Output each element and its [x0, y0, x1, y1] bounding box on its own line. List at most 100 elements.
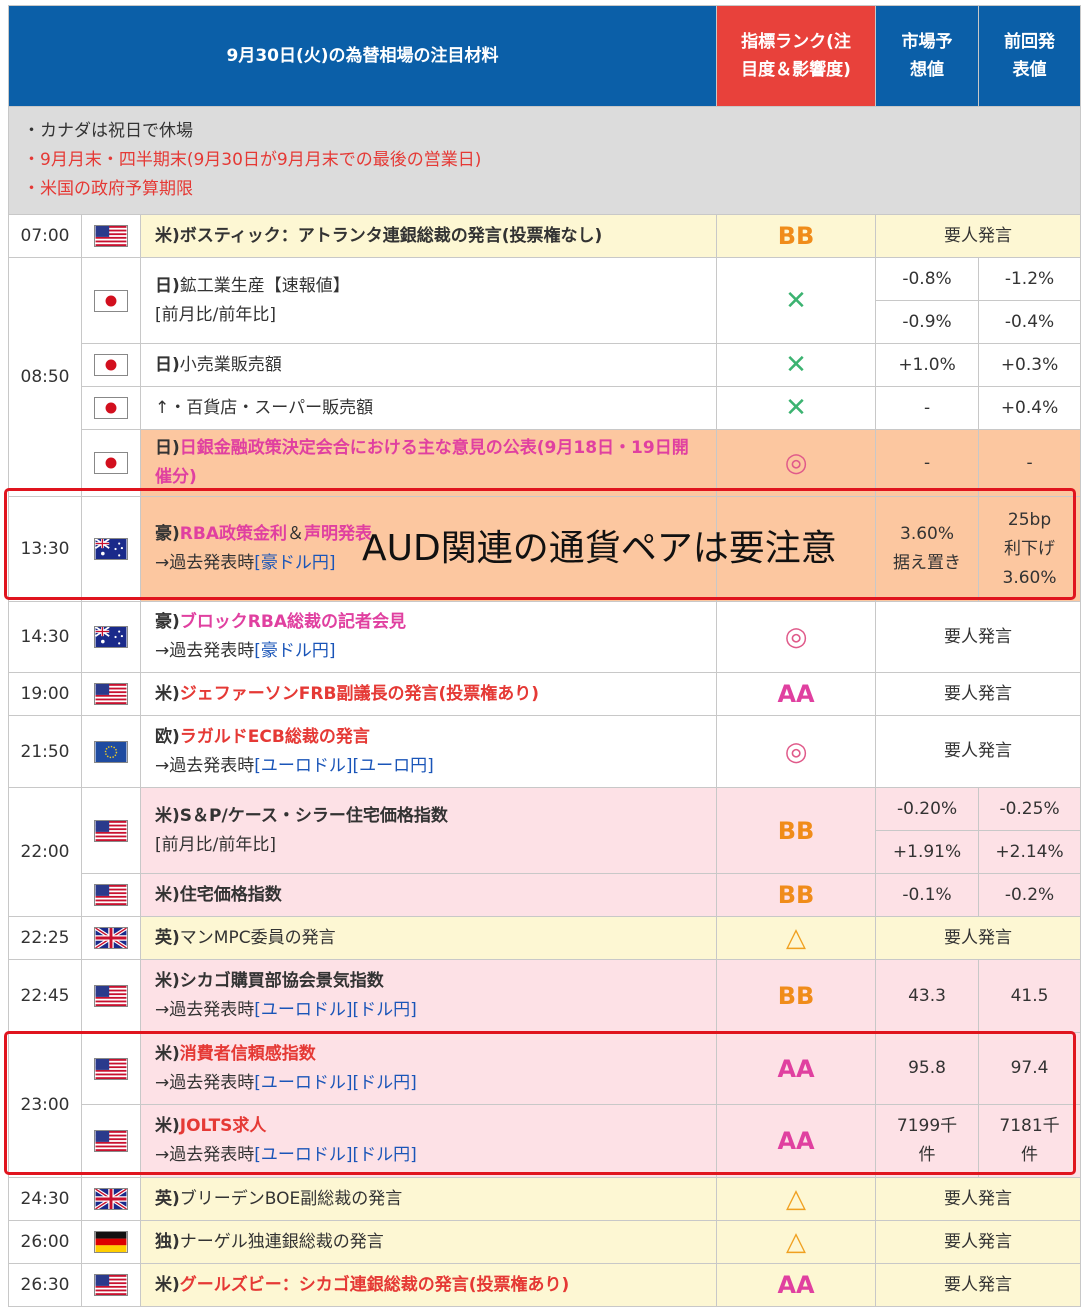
- aud-warning-annotation: AUD関連の通貨ペアは要注意: [362, 528, 837, 569]
- calendar-title: 9月30日(火)の為替相場の注目材料: [7, 5, 718, 107]
- double-circle-icon: ◎: [784, 448, 808, 478]
- event-title: 鉱工業生産【速報値】: [179, 275, 350, 296]
- eur-usd-link[interactable]: [ユーロドル]: [254, 1000, 352, 1020]
- event-time: 07:00: [8, 214, 82, 258]
- previous-line-1: 7181千: [999, 1116, 1060, 1136]
- rank-badge: ✕: [716, 343, 877, 387]
- event-name: 日)小売業販売額: [139, 343, 718, 387]
- germany-flag-icon: [81, 1220, 141, 1264]
- previous-value: -0.4%: [978, 300, 1082, 344]
- country-code: 米): [155, 884, 180, 905]
- previous-value: -1.2%: [978, 257, 1082, 301]
- event-row: 08:50 日)鉱工業生産【速報値】 [前月比/前年比] ✕ -0.8% -1.…: [8, 257, 1082, 497]
- event-row: 24:30 英)ブリーデンBOE副総裁の発言 △ 要人発言: [8, 1177, 1082, 1221]
- event-title: シカゴ購買部協会景気指数: [179, 971, 384, 991]
- cross-icon: ✕: [785, 285, 807, 316]
- forecast-value: 7199千 件: [875, 1104, 980, 1178]
- event-title: ボスティック：アトランタ連銀総裁の発言(投票権なし): [179, 225, 603, 246]
- event-time: 26:00: [8, 1220, 82, 1264]
- previous-value: 97.4: [978, 1032, 1082, 1105]
- cross-icon: ✕: [785, 350, 807, 380]
- rank-badge: BB: [716, 214, 877, 258]
- event-value: 要人発言: [875, 1220, 1082, 1264]
- event-time: 13:30: [8, 496, 82, 602]
- forecast-value: -0.9%: [875, 300, 980, 344]
- event-row: 米)住宅価格指数 BB -0.1% -0.2%: [9, 873, 1082, 917]
- aud-jpy-link[interactable]: [豪ドル円]: [254, 553, 335, 573]
- event-title: 日銀金融政策決定会合における主な意見の公表(9月18日・19日開催分): [155, 438, 689, 487]
- event-row: 22:45 米)シカゴ購買部協会景気指数 →過去発表時[ユーロドル][ドル円] …: [8, 959, 1082, 1033]
- event-name: 米)グールズビー：シカゴ連銀総裁の発言(投票権あり): [139, 1263, 718, 1307]
- triangle-icon: △: [786, 923, 807, 953]
- eur-usd-link[interactable]: [ユーロドル]: [254, 1073, 352, 1093]
- event-row: 日)小売業販売額 ✕ +1.0% +0.3%: [9, 343, 1082, 387]
- past-release-label: →過去発表時: [155, 1072, 255, 1093]
- japan-flag-icon: [81, 429, 141, 497]
- note-budget-deadline: ・米国の政府予算期限: [23, 179, 193, 199]
- previous-value: -: [978, 429, 1082, 497]
- previous-value: 7181千 件: [978, 1104, 1082, 1178]
- event-row: 22:25 英)マンMPC委員の発言 △ 要人発言: [8, 916, 1082, 960]
- us-flag-icon: [81, 959, 141, 1033]
- previous-value: -0.2%: [978, 873, 1082, 917]
- event-name: 欧)ラガルドECB総裁の発言 →過去発表時[ユーロドル][ユーロ円]: [139, 715, 718, 788]
- previous-line-3: 3.60%: [1002, 567, 1057, 588]
- country-code: 米): [155, 805, 180, 826]
- note-holiday: ・カナダは祝日で休場: [23, 121, 193, 141]
- previous-value: -0.25%: [978, 787, 1082, 831]
- event-row: 21:50 欧)ラガルドECB総裁の発言 →過去発表時[ユーロドル][ユーロ円]…: [8, 715, 1082, 788]
- eur-jpy-link[interactable]: [ユーロ円]: [353, 756, 434, 776]
- japan-flag-icon: [81, 386, 141, 430]
- event-time: 22:00: [8, 787, 82, 917]
- us-flag-icon: [81, 1104, 141, 1178]
- previous-line-2: 件: [1021, 1145, 1039, 1165]
- note-month-end: ・9月月末・四半期末(9月30日が9月月末での最後の営業日): [23, 150, 482, 170]
- forecast-value: 43.3: [875, 959, 980, 1033]
- country-code: 豪): [155, 612, 180, 632]
- country-code: 米): [155, 1274, 180, 1295]
- eu-flag-icon: [81, 715, 141, 788]
- country-code: 独): [155, 1231, 180, 1252]
- event-time: 14:30: [8, 601, 82, 673]
- usd-jpy-link[interactable]: [ドル円]: [353, 1145, 417, 1165]
- forecast-value: -: [875, 386, 980, 430]
- rank-badge: BB: [716, 787, 877, 874]
- country-code: 英): [155, 927, 180, 948]
- rank-badge: ✕: [716, 257, 877, 344]
- event-value: 要人発言: [875, 916, 1082, 960]
- event-time: 22:45: [8, 959, 82, 1033]
- event-title: ↑・百貨店・スーパー販売額: [155, 397, 374, 418]
- usd-jpy-link[interactable]: [ドル円]: [353, 1000, 417, 1020]
- japan-flag-icon: [81, 257, 141, 344]
- event-time: 23:00: [8, 1032, 82, 1178]
- forecast-line-1: 3.60%: [900, 524, 955, 544]
- past-release-label: →過去発表時: [155, 553, 255, 573]
- us-flag-icon: [81, 1263, 141, 1307]
- event-value: 要人発言: [875, 715, 1082, 788]
- forecast-value: -0.20%: [875, 787, 980, 831]
- event-value: 要人発言: [875, 1177, 1082, 1221]
- aud-jpy-link[interactable]: [豪ドル円]: [254, 641, 335, 661]
- event-title: S＆P/ケース・シラー住宅価格指数: [179, 805, 448, 826]
- forecast-value: 3.60% 据え置き: [875, 496, 980, 602]
- event-title: ブリーデンBOE副総裁の発言: [179, 1188, 403, 1209]
- past-release-label: →過去発表時: [155, 1000, 255, 1020]
- country-code: 日): [155, 354, 180, 375]
- eur-usd-link[interactable]: [ユーロドル]: [254, 1145, 352, 1165]
- event-name: 日)鉱工業生産【速報値】 [前月比/前年比]: [139, 257, 718, 344]
- previous-line-1: 25bp: [1007, 509, 1052, 530]
- event-title: JOLTS求人: [179, 1116, 267, 1136]
- eur-usd-link[interactable]: [ユーロドル]: [254, 756, 352, 776]
- event-name: 米)消費者信頼感指数 →過去発表時[ユーロドル][ドル円]: [139, 1032, 718, 1105]
- usd-jpy-link[interactable]: [ドル円]: [353, 1073, 417, 1093]
- rank-badge: △: [716, 1177, 877, 1221]
- event-row: ↑・百貨店・スーパー販売額 ✕ - +0.4%: [9, 386, 1082, 430]
- us-flag-icon: [81, 787, 141, 874]
- rank-badge: △: [716, 1220, 877, 1264]
- previous-value: +0.4%: [978, 386, 1082, 430]
- forecast-line-2: 据え置き: [893, 553, 962, 573]
- event-title: ジェファーソンFRB副議長の発言(投票権あり): [179, 683, 539, 704]
- triangle-icon: △: [786, 1227, 807, 1257]
- forecast-value: -0.8%: [875, 257, 980, 301]
- event-name: 米)住宅価格指数: [139, 873, 718, 917]
